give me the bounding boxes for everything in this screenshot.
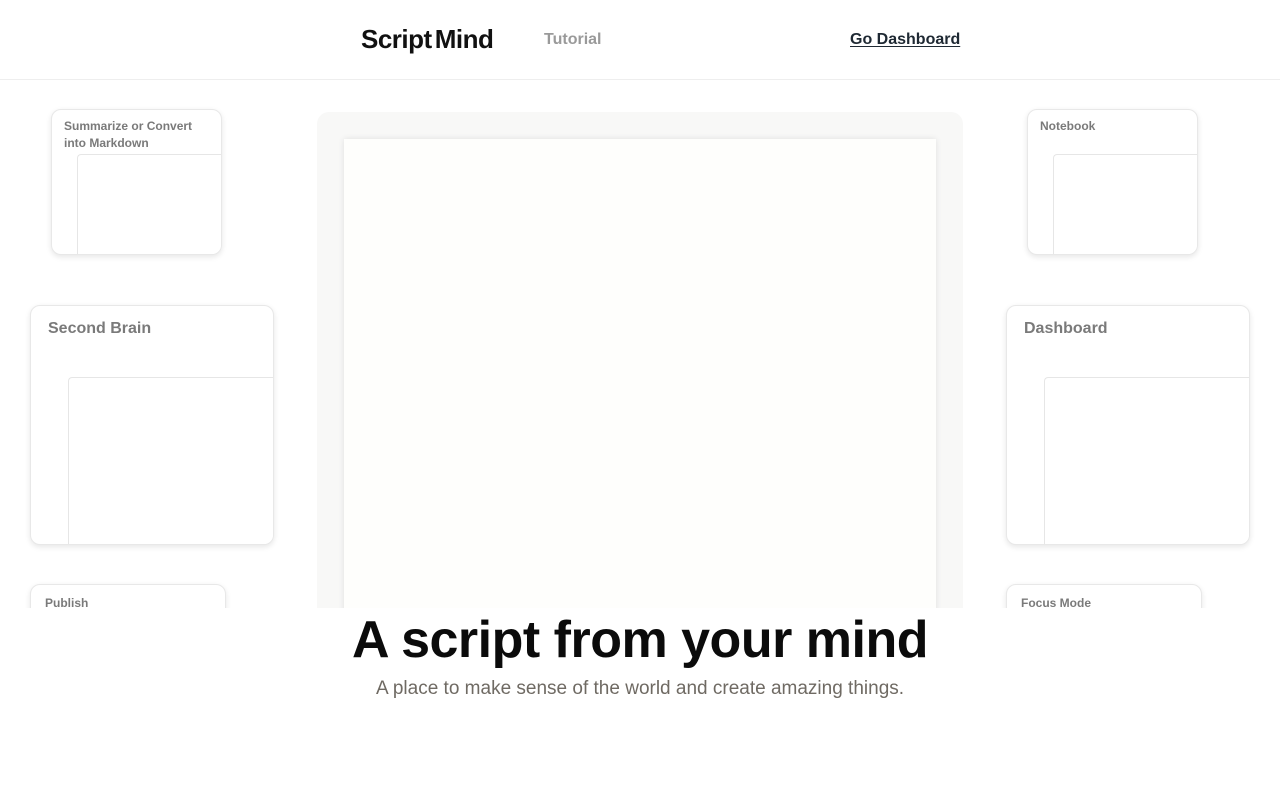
feature-card-preview <box>1044 377 1249 544</box>
feature-card-focus-mode[interactable]: Focus Mode <box>1006 584 1202 608</box>
feature-card-second-brain[interactable]: Second Brain <box>30 305 274 545</box>
feature-card-title: Publish <box>45 596 89 608</box>
feature-card-preview <box>1053 154 1197 254</box>
feature-card-dashboard[interactable]: Dashboard <box>1006 305 1250 545</box>
app-preview-canvas <box>344 139 936 608</box>
feature-card-publish[interactable]: Publish <box>30 584 226 608</box>
feature-showcase: Summarize or Convert into Markdown Secon… <box>0 80 1280 608</box>
hero-subtitle: A place to make sense of the world and c… <box>375 678 905 699</box>
hero-title: A script from your mind <box>352 611 928 669</box>
feature-card-preview <box>77 154 221 254</box>
feature-card-preview <box>68 377 273 544</box>
logo[interactable]: Script Mind <box>361 24 494 55</box>
feature-card-title: Second Brain <box>48 320 152 337</box>
feature-card-title: Focus Mode <box>1021 596 1092 608</box>
feature-card-title: Dashboard <box>1024 320 1108 337</box>
logo-text-script: Script <box>361 24 432 54</box>
feature-card-title: Notebook <box>1040 119 1096 133</box>
feature-card-summarize[interactable]: Summarize or Convert into Markdown <box>51 109 222 255</box>
nav-tutorial-link[interactable]: Tutorial <box>544 31 601 49</box>
logo-text-mind: Mind <box>434 24 494 54</box>
go-dashboard-link[interactable]: Go Dashboard <box>850 31 960 49</box>
top-navbar: Script Mind Tutorial Go Dashboard <box>0 0 1280 80</box>
feature-card-title: Summarize or Convert into Markdown <box>64 119 193 150</box>
feature-card-notebook[interactable]: Notebook <box>1027 109 1198 255</box>
